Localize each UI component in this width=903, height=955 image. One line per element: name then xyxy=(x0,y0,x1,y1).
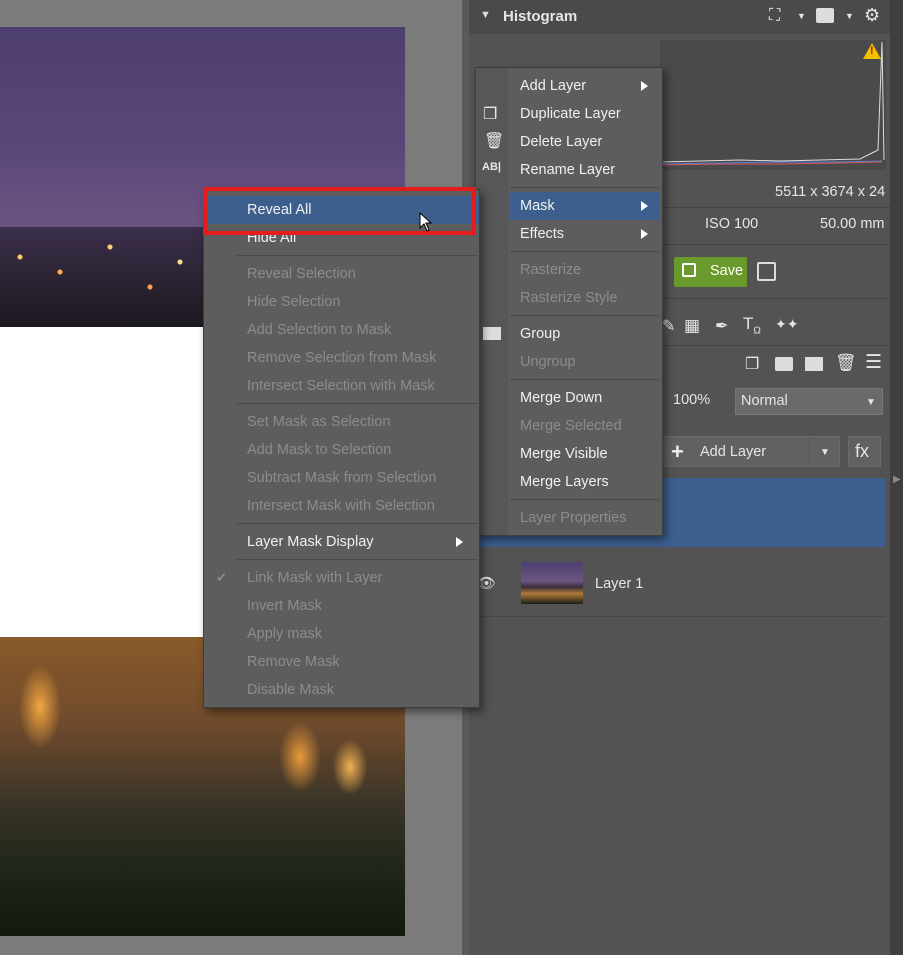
save-as-icon[interactable] xyxy=(757,262,776,281)
menu-item-hide-selection: Hide Selection xyxy=(247,294,341,310)
menu-item-rename-layer[interactable]: Rename Layer xyxy=(476,156,662,184)
layer-name[interactable]: Layer 1 xyxy=(595,576,643,592)
chevron-down-icon: ▼ xyxy=(866,397,876,408)
effects-tool-icon[interactable]: ✦✦ xyxy=(775,316,798,333)
menu-item-apply-mask: Apply mask xyxy=(247,626,322,642)
menu-item-reveal-selection: Reveal Selection xyxy=(247,266,356,282)
menu-item-remove-mask: Remove Mask xyxy=(247,654,340,670)
menu-item-rasterize: Rasterize xyxy=(520,262,582,278)
mask-submenu: Reveal All Hide All Reveal Selection Hid… xyxy=(203,189,480,708)
submenu-arrow-icon xyxy=(641,201,648,211)
menu-item-link-mask-with-layer: ✔ Link Mask with Layer xyxy=(204,564,479,592)
menu-item-disable-mask: Disable Mask xyxy=(247,682,335,698)
image-dimensions: 5511 x 3674 x 24 xyxy=(775,184,886,200)
save-icon xyxy=(682,263,696,277)
menu-item-group[interactable]: Group xyxy=(476,320,662,348)
iso-value: ISO 100 xyxy=(705,216,759,232)
mask-view-icon[interactable] xyxy=(816,8,834,23)
clipping-icon[interactable]: ⛶ xyxy=(769,7,780,25)
chevron-right-icon[interactable]: ▶ xyxy=(893,474,901,485)
menu-item-add-selection-to-mask: Add Selection to Mask xyxy=(247,322,392,338)
menu-item-ungroup: Ungroup xyxy=(520,354,576,370)
menu-item-rasterize-style: Rasterize Style xyxy=(520,290,618,306)
blend-mode-value: Normal xyxy=(741,393,788,409)
chevron-down-icon[interactable]: ▼ xyxy=(820,447,830,458)
annotation-highlight-box xyxy=(203,187,476,235)
grid-tool-icon[interactable]: ▦ xyxy=(684,316,700,336)
fx-button[interactable]: fx xyxy=(848,436,881,467)
menu-item-merge-selected: Merge Selected xyxy=(520,418,622,434)
histogram-title: Histogram xyxy=(503,8,578,25)
layer-thumbnail xyxy=(521,562,583,604)
menu-item-set-mask-as-selection: Set Mask as Selection xyxy=(247,414,391,430)
histogram-graph: ! xyxy=(660,40,886,170)
text-tool-icon[interactable]: TΩ xyxy=(743,314,761,336)
blend-mode-select[interactable]: Normal ▼ xyxy=(735,388,883,415)
mouse-cursor-icon xyxy=(419,211,433,235)
collapse-icon[interactable]: ▼ xyxy=(480,9,491,21)
menu-item-layer-properties: Layer Properties xyxy=(520,510,627,526)
opacity-value[interactable]: 100% xyxy=(673,392,710,408)
chevron-down-icon[interactable]: ▼ xyxy=(797,11,806,21)
add-mask-icon[interactable] xyxy=(775,357,793,371)
menu-item-merge-visible[interactable]: Merge Visible xyxy=(476,440,662,468)
histogram-header: ▼ Histogram ⛶ ▼ ▼ ⚙ xyxy=(469,0,890,34)
menu-icon[interactable]: ☰ xyxy=(865,351,882,374)
submenu-arrow-icon xyxy=(456,537,463,547)
menu-item-merge-layers[interactable]: Merge Layers xyxy=(476,468,662,496)
menu-item-subtract-mask-from-selection: Subtract Mask from Selection xyxy=(247,470,437,486)
menu-item-merge-down[interactable]: Merge Down xyxy=(476,384,662,412)
add-layer-button[interactable]: + Add Layer ▼ xyxy=(662,436,840,467)
menu-item-invert-mask: Invert Mask xyxy=(247,598,322,614)
menu-item-layer-mask-display[interactable]: Layer Mask Display xyxy=(204,528,479,556)
duplicate-layer-icon[interactable]: ❐ xyxy=(745,354,759,374)
menu-item-intersect-selection-with-mask: Intersect Selection with Mask xyxy=(247,378,435,394)
menu-item-remove-selection-from-mask: Remove Selection from Mask xyxy=(247,350,437,366)
menu-item-intersect-mask-with-selection: Intersect Mask with Selection xyxy=(247,498,435,514)
gear-icon[interactable]: ⚙ xyxy=(864,5,880,26)
brush-tool-icon[interactable]: ✎ xyxy=(662,316,675,336)
chevron-down-icon[interactable]: ▼ xyxy=(845,11,854,21)
menu-item-effects[interactable]: Effects xyxy=(476,220,662,248)
menu-item-add-layer[interactable]: Add Layer xyxy=(476,72,662,100)
focal-length-value: 50.00 mm xyxy=(820,216,885,232)
menu-item-mask[interactable]: Mask xyxy=(509,192,659,220)
menu-item-add-mask-to-selection: Add Mask to Selection xyxy=(247,442,392,458)
submenu-arrow-icon xyxy=(641,81,648,91)
menu-item-duplicate-layer[interactable]: Duplicate Layer xyxy=(476,100,662,128)
save-button[interactable]: Save xyxy=(674,257,747,287)
checkmark-icon: ✔ xyxy=(216,570,227,585)
submenu-arrow-icon xyxy=(641,229,648,239)
panel-scrollbar[interactable]: ▶ xyxy=(890,0,903,955)
layer-context-menu: ❐ 🗑 AB| Add Layer Duplicate Layer Delete… xyxy=(475,67,663,536)
plus-icon: + xyxy=(671,439,684,464)
folder-icon[interactable] xyxy=(805,357,823,371)
fx-label: fx xyxy=(855,441,870,461)
add-layer-label: Add Layer xyxy=(700,444,767,460)
trash-icon[interactable]: 🗑 xyxy=(835,353,857,373)
menu-item-delete-layer[interactable]: Delete Layer xyxy=(476,128,662,156)
clone-tool-icon[interactable]: ✒ xyxy=(715,316,728,336)
save-label: Save xyxy=(710,263,744,279)
